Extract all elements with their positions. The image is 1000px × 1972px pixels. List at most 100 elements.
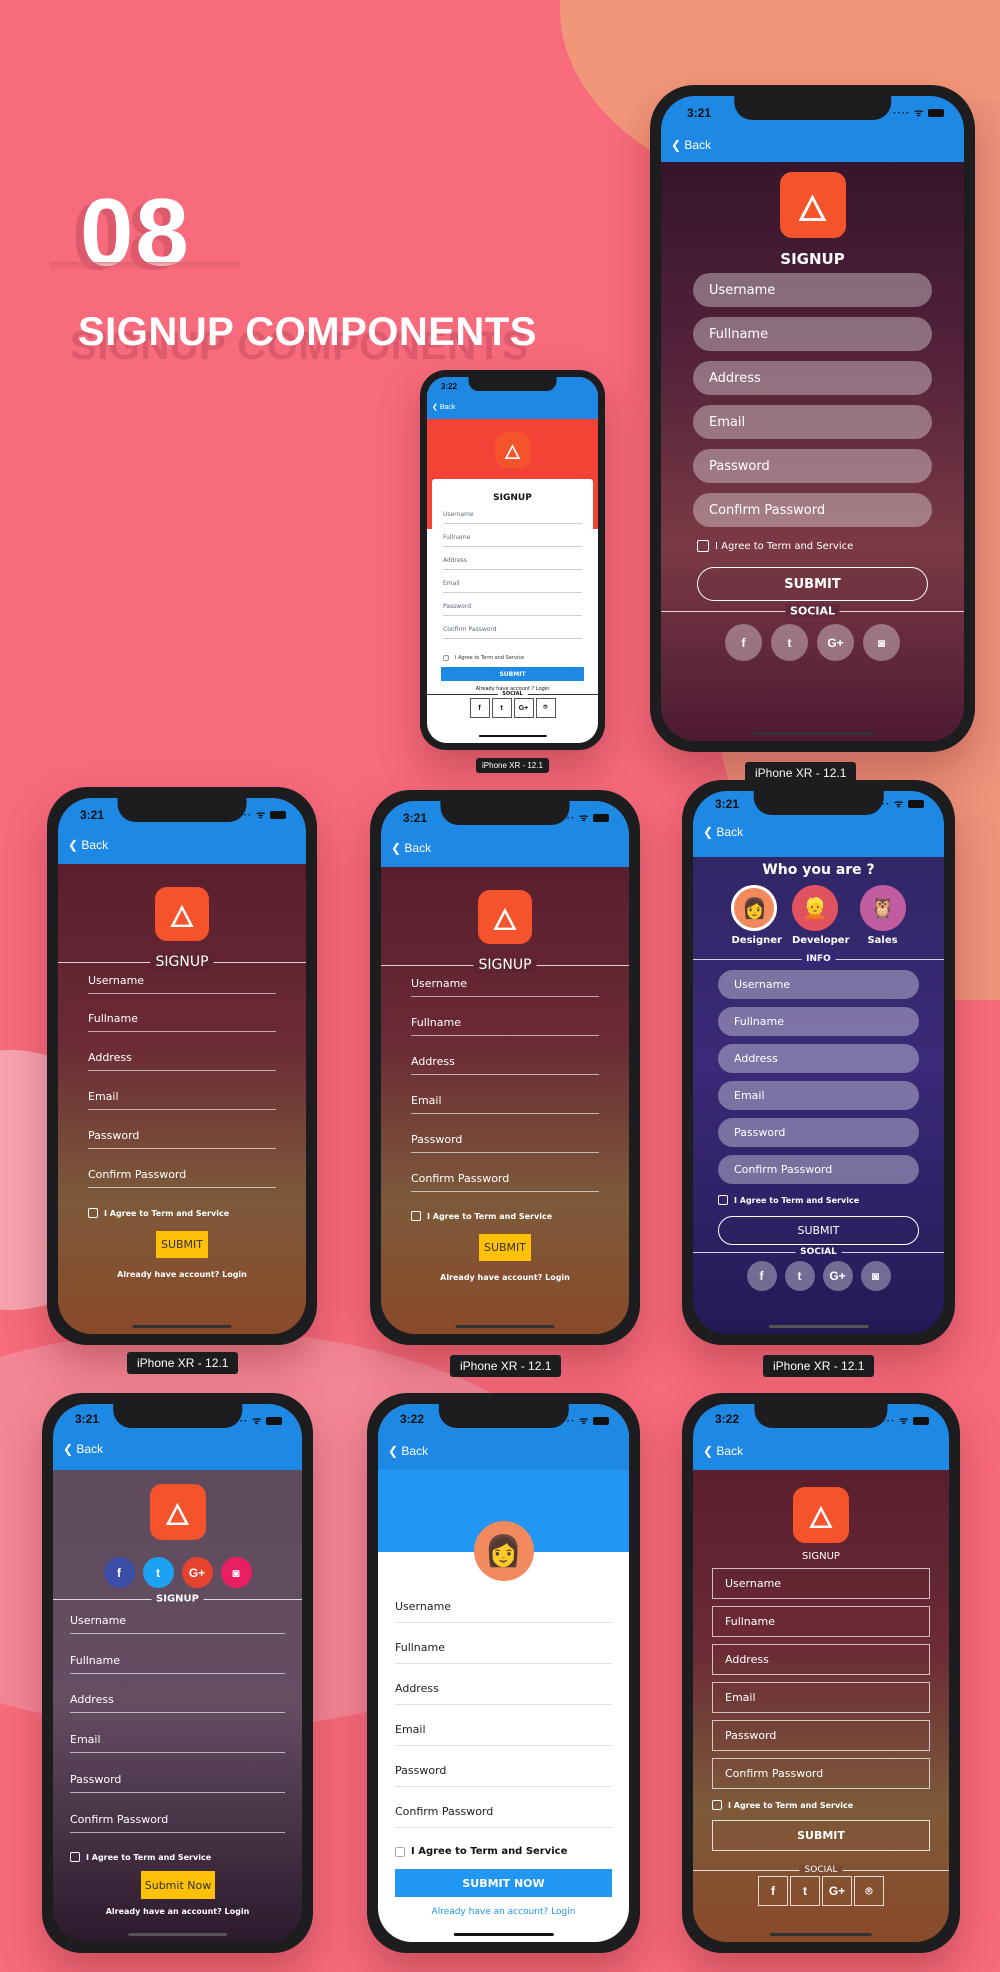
role-developer[interactable]: 👱 Developer	[791, 885, 850, 946]
checkbox[interactable]	[443, 655, 449, 661]
confirm-password-field[interactable]: Confirm Password	[395, 1805, 612, 1828]
address-field[interactable]: Address	[395, 1682, 612, 1705]
fullname-field[interactable]: Fullname	[88, 1012, 276, 1032]
back-button[interactable]: ❮ Back	[391, 841, 431, 855]
checkbox[interactable]	[697, 540, 709, 552]
github-icon[interactable]: ⌾	[854, 1876, 884, 1906]
username-field[interactable]: Username	[70, 1614, 285, 1634]
confirm-password-field[interactable]: Confirm Password	[693, 493, 932, 527]
checkbox[interactable]	[411, 1211, 421, 1221]
login-link[interactable]: Already have account? Login	[381, 1273, 629, 1282]
fullname-field[interactable]: Fullname	[411, 1016, 599, 1036]
agree-checkbox[interactable]: I Agree to Term and Service	[88, 1208, 229, 1218]
github-icon[interactable]: ⌾	[535, 698, 556, 718]
login-link[interactable]: Already have an account? Login	[53, 1907, 302, 1916]
email-field[interactable]: Email	[411, 1094, 599, 1114]
email-field[interactable]: Email	[70, 1733, 285, 1753]
fullname-field[interactable]: Fullname	[712, 1606, 930, 1637]
facebook-icon[interactable]: f	[746, 1261, 777, 1291]
twitter-icon[interactable]: t	[784, 1261, 815, 1291]
twitter-icon[interactable]: t	[142, 1557, 174, 1588]
agree-checkbox[interactable]: I Agree to Term and Service	[443, 655, 524, 661]
submit-button[interactable]: Submit Now	[141, 1871, 215, 1899]
email-field[interactable]: Email	[395, 1723, 612, 1746]
username-field[interactable]: Username	[88, 974, 276, 994]
password-field[interactable]: Password	[718, 1118, 919, 1147]
username-field[interactable]: Username	[712, 1568, 930, 1599]
google-plus-icon[interactable]: G+	[513, 698, 534, 718]
address-field[interactable]: Address	[718, 1044, 919, 1073]
google-plus-icon[interactable]: G+	[181, 1557, 213, 1588]
agree-checkbox[interactable]: I Agree to Term and Service	[411, 1211, 552, 1221]
username-field[interactable]: Username	[693, 273, 932, 307]
password-field[interactable]: Password	[693, 449, 932, 483]
confirm-password-field[interactable]: Confirm Password	[718, 1155, 919, 1184]
submit-button[interactable]: SUBMIT	[712, 1820, 930, 1851]
submit-button[interactable]: SUBMIT	[156, 1231, 208, 1258]
email-field[interactable]: Email	[88, 1090, 276, 1110]
back-button[interactable]: ❮ Back	[671, 138, 711, 152]
address-field[interactable]: Address	[70, 1693, 285, 1713]
confirm-password-field[interactable]: Confirm Password	[443, 624, 582, 639]
twitter-icon[interactable]: t	[491, 698, 512, 718]
submit-button[interactable]: SUBMIT	[479, 1234, 531, 1261]
role-sales[interactable]: 🦉 Sales	[859, 885, 906, 946]
facebook-icon[interactable]: f	[469, 698, 490, 718]
confirm-password-field[interactable]: Confirm Password	[70, 1813, 285, 1833]
login-link[interactable]: Already have an account? Login	[378, 1907, 629, 1917]
checkbox[interactable]	[70, 1852, 80, 1862]
email-field[interactable]: Email	[443, 578, 582, 593]
password-field[interactable]: Password	[712, 1720, 930, 1751]
submit-button[interactable]: SUBMIT	[441, 667, 584, 681]
address-field[interactable]: Address	[88, 1051, 276, 1071]
address-field[interactable]: Address	[411, 1055, 599, 1075]
submit-button[interactable]: SUBMIT	[718, 1216, 919, 1245]
email-field[interactable]: Email	[718, 1081, 919, 1110]
facebook-icon[interactable]: f	[103, 1557, 135, 1588]
agree-checkbox[interactable]: I Agree to Term and Service	[395, 1846, 567, 1857]
address-field[interactable]: Address	[712, 1644, 930, 1675]
fullname-field[interactable]: Fullname	[395, 1641, 612, 1664]
checkbox[interactable]	[395, 1846, 405, 1857]
twitter-icon[interactable]: t	[790, 1876, 820, 1906]
google-plus-icon[interactable]: G+	[822, 1876, 852, 1906]
fullname-field[interactable]: Fullname	[70, 1654, 285, 1674]
agree-checkbox[interactable]: I Agree to Term and Service	[718, 1195, 859, 1205]
password-field[interactable]: Password	[70, 1773, 285, 1793]
instagram-icon[interactable]: ◙	[220, 1557, 252, 1588]
fullname-field[interactable]: Fullname	[443, 532, 582, 547]
agree-checkbox[interactable]: I Agree to Term and Service	[697, 540, 853, 552]
email-field[interactable]: Email	[712, 1682, 930, 1713]
password-field[interactable]: Password	[88, 1129, 276, 1149]
address-field[interactable]: Address	[693, 361, 932, 395]
checkbox[interactable]	[712, 1800, 722, 1810]
confirm-password-field[interactable]: Confirm Password	[411, 1172, 599, 1192]
email-field[interactable]: Email	[693, 405, 932, 439]
twitter-icon[interactable]: t	[771, 624, 808, 661]
back-button[interactable]: ❮ Back	[68, 838, 108, 852]
facebook-icon[interactable]: f	[725, 624, 762, 661]
back-button[interactable]: ❮ Back	[63, 1442, 103, 1456]
confirm-password-field[interactable]: Confirm Password	[712, 1758, 930, 1789]
username-field[interactable]: Username	[395, 1600, 612, 1623]
submit-button[interactable]: SUBMIT NOW	[395, 1869, 612, 1897]
fullname-field[interactable]: Fullname	[693, 317, 932, 351]
username-field[interactable]: Username	[411, 977, 599, 997]
confirm-password-field[interactable]: Confirm Password	[88, 1168, 276, 1188]
fullname-field[interactable]: Fullname	[718, 1007, 919, 1036]
username-field[interactable]: Username	[718, 970, 919, 999]
username-field[interactable]: Username	[443, 509, 582, 524]
login-link[interactable]: Already have account? Login	[58, 1270, 306, 1279]
back-button[interactable]: ❮ Back	[703, 825, 743, 839]
instagram-icon[interactable]: ◙	[863, 624, 900, 661]
password-field[interactable]: Password	[395, 1764, 612, 1787]
profile-avatar[interactable]: 👩	[473, 1521, 534, 1581]
google-plus-icon[interactable]: G+	[822, 1261, 853, 1291]
agree-checkbox[interactable]: I Agree to Term and Service	[712, 1800, 853, 1810]
google-plus-icon[interactable]: G+	[817, 624, 854, 661]
agree-checkbox[interactable]: I Agree to Term and Service	[70, 1852, 211, 1862]
back-button[interactable]: ❮ Back	[388, 1444, 428, 1458]
address-field[interactable]: Address	[443, 555, 582, 570]
checkbox[interactable]	[88, 1208, 98, 1218]
instagram-icon[interactable]: ◙	[860, 1261, 891, 1291]
